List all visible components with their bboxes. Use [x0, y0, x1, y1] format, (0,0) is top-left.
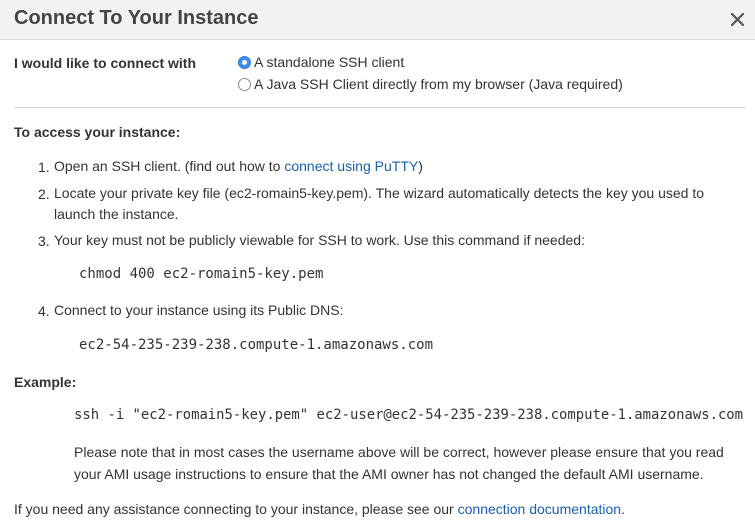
- radio-button-selected[interactable]: [238, 55, 251, 69]
- radio-button[interactable]: [238, 77, 251, 91]
- note-line: Please note that in most cases the usern…: [74, 444, 724, 460]
- chmod-command: chmod 400 ec2-romain5-key.pem: [79, 266, 324, 282]
- step-number: 1.: [38, 159, 50, 175]
- step-text: Connect to your instance using its Publi…: [54, 302, 344, 318]
- step-text-part: ): [418, 158, 423, 174]
- step-text-line: launch the instance.: [54, 206, 179, 222]
- note-line: your AMI usage instructions to ensure th…: [74, 466, 704, 482]
- example-heading: Example:: [14, 374, 77, 390]
- step-number: 4.: [38, 303, 50, 319]
- dialog-title: Connect To Your Instance: [14, 7, 259, 29]
- step-text-part: Open an SSH client. (find out how to: [54, 158, 285, 174]
- footer-help: If you need any assistance connecting to…: [14, 501, 625, 517]
- footer-text: If you need any assistance connecting to…: [14, 501, 458, 517]
- radio-java-ssh[interactable]: A Java SSH Client directly from my brows…: [238, 76, 623, 92]
- step-text: Your key must not be publicly viewable f…: [54, 232, 585, 248]
- step-text-line: Locate your private key file (ec2-romain…: [54, 185, 705, 201]
- step-text: Open an SSH client. (find out how to con…: [54, 156, 423, 177]
- footer-period: .: [621, 501, 625, 517]
- radio-standalone-ssh[interactable]: A standalone SSH client: [238, 54, 404, 70]
- connect-with-label: I would like to connect with: [14, 55, 197, 71]
- close-icon[interactable]: [726, 8, 750, 32]
- step-number: 2.: [38, 186, 50, 202]
- step-number: 3.: [38, 233, 50, 249]
- access-heading: To access your instance:: [14, 124, 181, 140]
- connection-documentation-link[interactable]: connection documentation: [458, 501, 621, 517]
- dialog-header: Connect To Your Instance: [0, 0, 755, 40]
- radio-label[interactable]: A Java SSH Client directly from my brows…: [254, 76, 623, 92]
- public-dns: ec2-54-235-239-238.compute-1.amazonaws.c…: [79, 337, 434, 353]
- divider: [14, 107, 746, 108]
- radio-label[interactable]: A standalone SSH client: [254, 54, 404, 70]
- ssh-command: ssh -i "ec2-romain5-key.pem" ec2-user@ec…: [74, 407, 744, 423]
- putty-link[interactable]: connect using PuTTY: [284, 158, 418, 174]
